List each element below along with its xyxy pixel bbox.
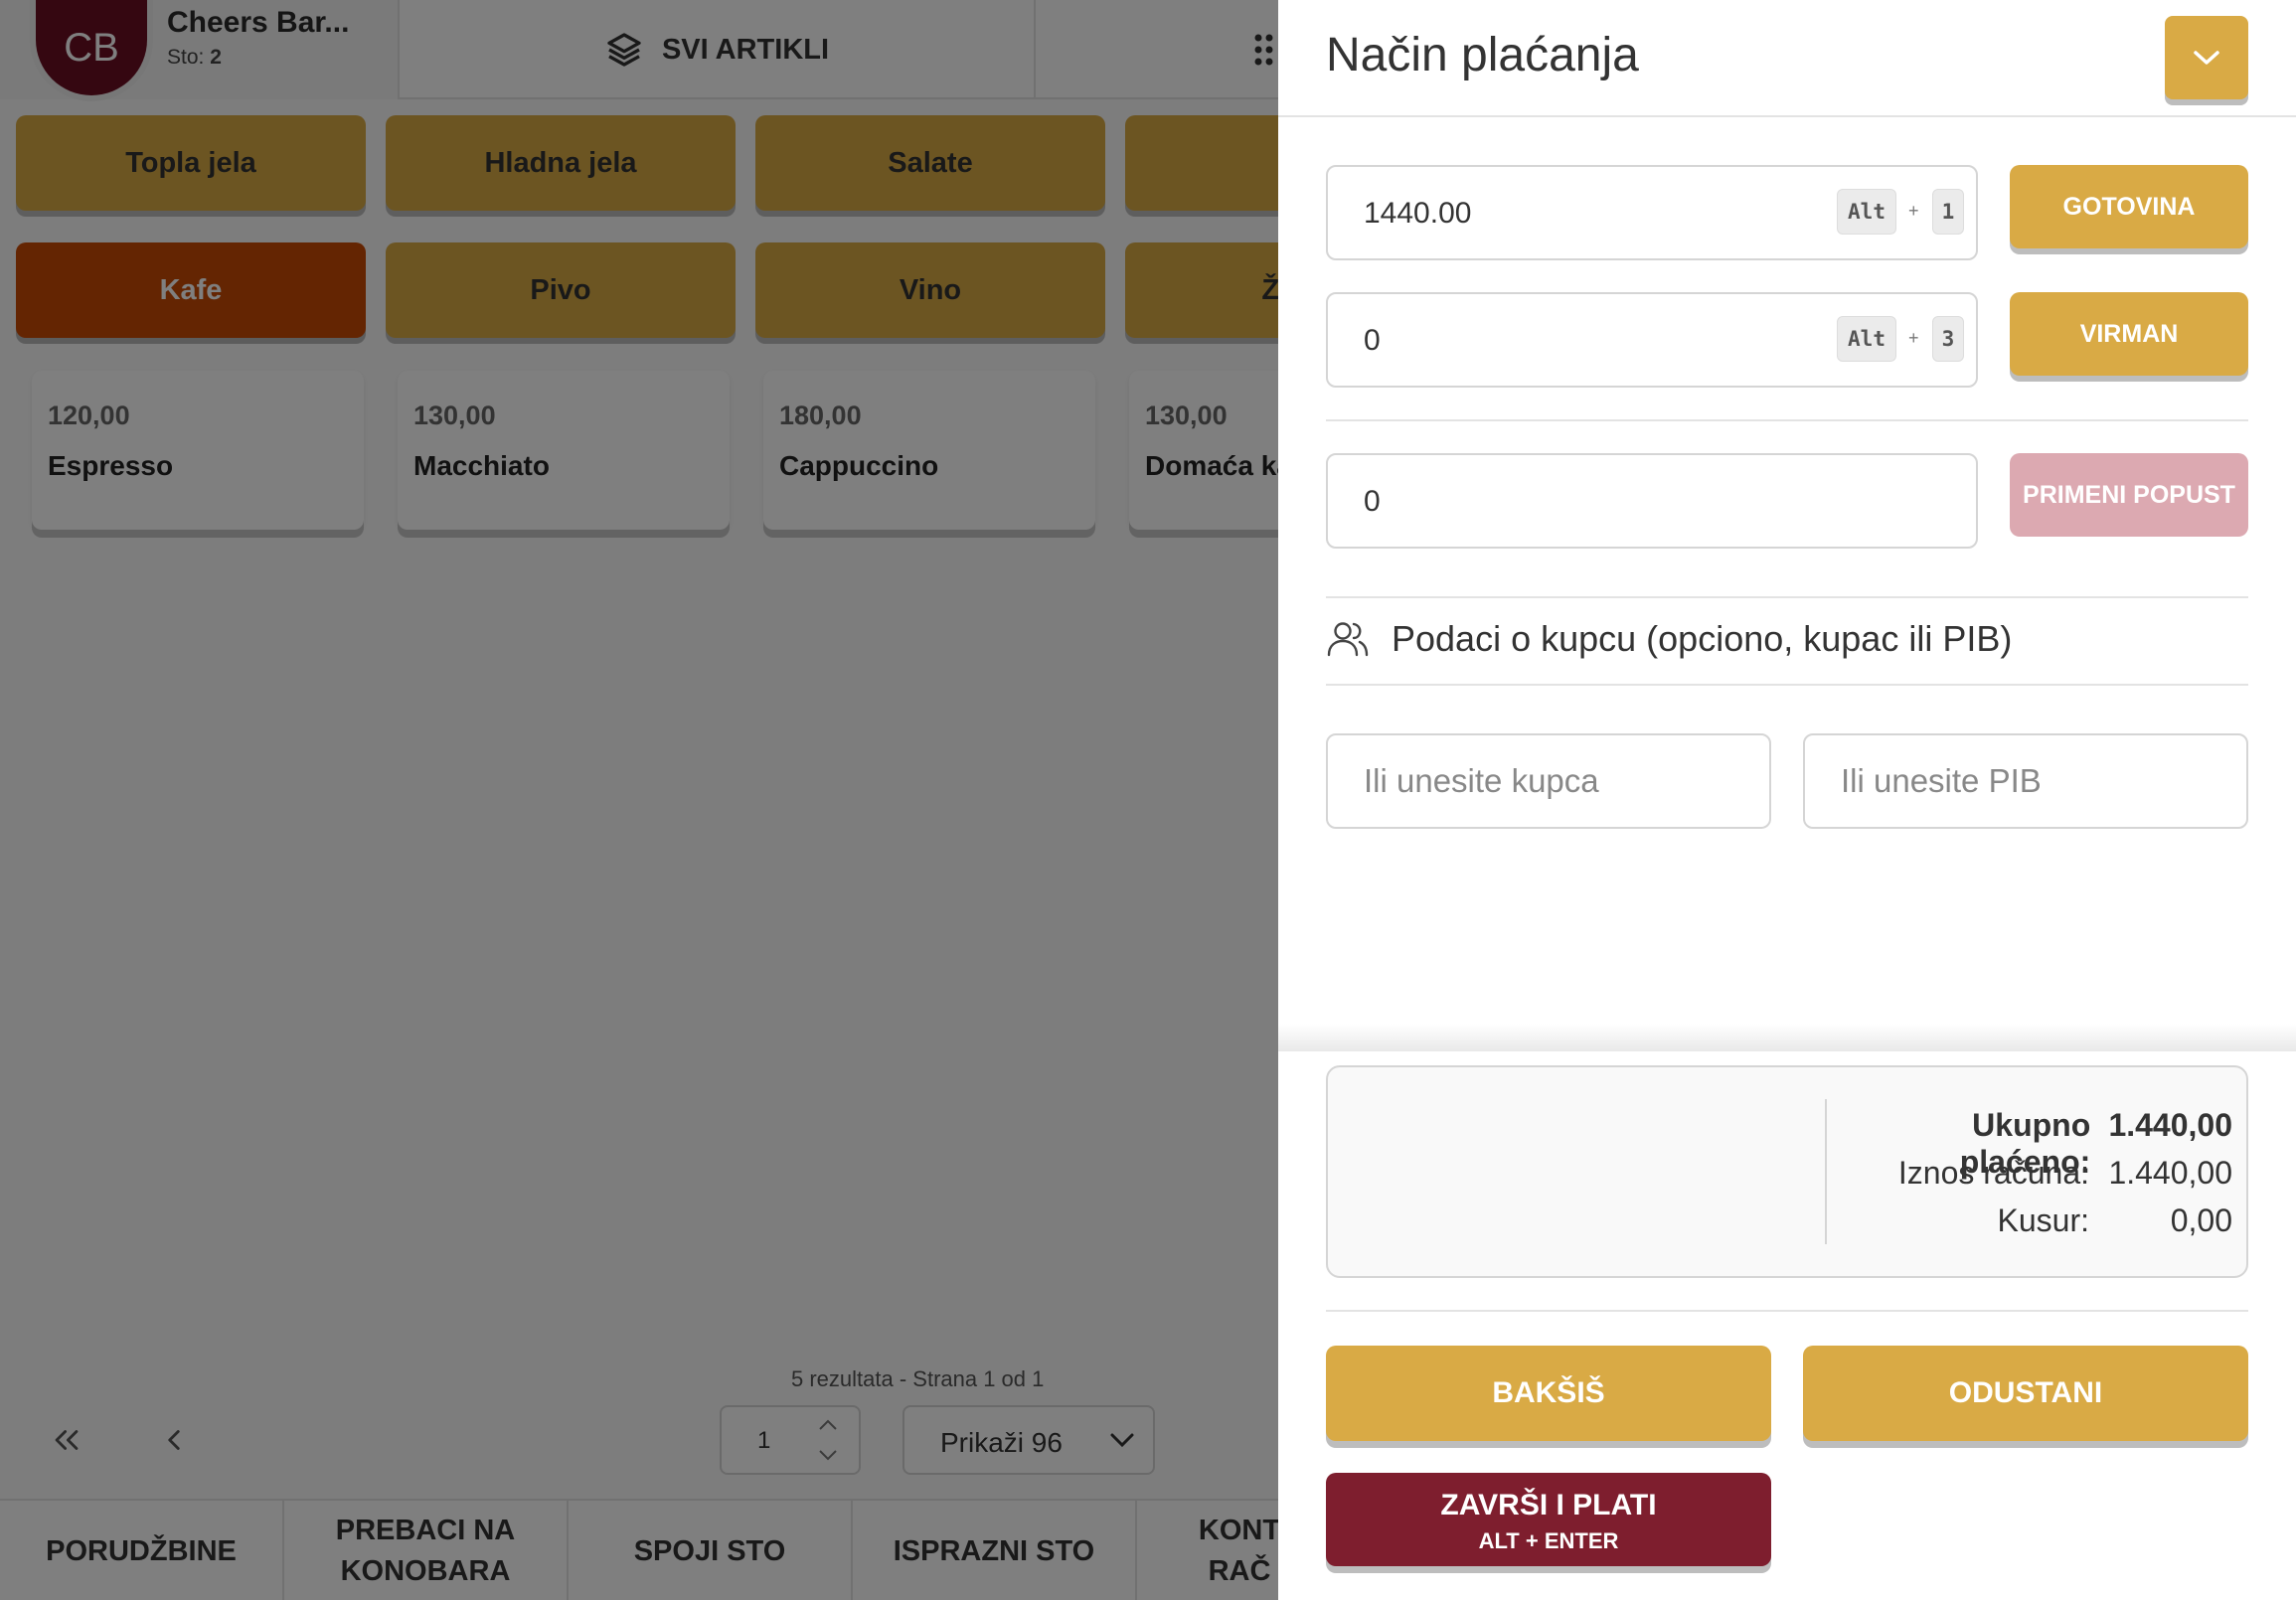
cash-amount-input[interactable]: 1440.00 Alt + 1 (1326, 165, 1978, 260)
cash-button[interactable]: GOTOVINA (2010, 165, 2248, 248)
bill-amount-row: Iznos računa: 1.440,00 (1835, 1155, 2232, 1192)
tip-button[interactable]: BAKŠIŠ (1326, 1346, 1771, 1441)
divider (1326, 419, 2248, 421)
bill-amount-label: Iznos računa: (1897, 1155, 2089, 1191)
divider (1278, 115, 2296, 117)
total-paid-value: 1.440,00 (2108, 1107, 2232, 1143)
collapse-button[interactable] (2165, 16, 2248, 99)
change-value: 0,00 (2170, 1202, 2232, 1238)
transfer-button[interactable]: VIRMAN (2010, 292, 2248, 376)
shortcut-key-alt: Alt (1837, 316, 1896, 362)
apply-discount-button[interactable]: PRIMENI POPUST (2010, 453, 2248, 537)
cancel-button[interactable]: ODUSTANI (1803, 1346, 2248, 1441)
shortcut-key-alt: Alt (1837, 189, 1896, 235)
divider (1326, 596, 2248, 598)
modal-backdrop[interactable] (0, 0, 1278, 1600)
divider (1326, 684, 2248, 686)
transfer-amount-input[interactable]: 0 Alt + 3 (1326, 292, 1978, 388)
bill-amount-value: 1.440,00 (2108, 1155, 2232, 1191)
users-icon (1326, 619, 1370, 659)
summary-divider (1825, 1099, 1827, 1244)
payment-summary: Ukupno plaćeno: 1.440,00 Iznos računa: 1… (1326, 1065, 2248, 1278)
payment-drawer: Način plaćanja 1440.00 Alt + 1 GOTOVINA … (1278, 0, 2296, 1600)
finish-and-pay-button[interactable]: ZAVRŠI I PLATI ALT + ENTER (1326, 1473, 1771, 1566)
change-row: Kusur: 0,00 (1835, 1202, 2232, 1239)
shortcut-key-number: 3 (1932, 316, 1964, 362)
discount-value: 0 (1364, 485, 1381, 518)
pib-input[interactable] (1807, 737, 2244, 825)
discount-input[interactable]: 0 (1326, 453, 1978, 549)
shortcut-plus: + (1908, 201, 1919, 221)
customer-section-header: Podaci o kupcu (opciono, kupac ili PIB) (1326, 618, 2012, 660)
payment-title: Način plaćanja (1326, 29, 1639, 81)
customer-field[interactable] (1326, 733, 1771, 829)
shortcut-plus: + (1908, 328, 1919, 348)
cash-amount-value: 1440.00 (1364, 197, 1472, 230)
finish-shortcut-hint: ALT + ENTER (1478, 1528, 1619, 1553)
finish-and-pay-label: ZAVRŠI I PLATI (1440, 1489, 1657, 1521)
divider (1326, 1310, 2248, 1312)
transfer-amount-value: 0 (1364, 324, 1381, 357)
shortcut-key-number: 1 (1932, 189, 1964, 235)
summary-separator (1278, 1024, 2296, 1051)
customer-input[interactable] (1330, 737, 1767, 825)
pib-field[interactable] (1803, 733, 2248, 829)
customer-heading: Podaci o kupcu (opciono, kupac ili PIB) (1392, 618, 2013, 659)
chevron-down-icon (2190, 47, 2223, 69)
change-label: Kusur: (1997, 1202, 2089, 1238)
